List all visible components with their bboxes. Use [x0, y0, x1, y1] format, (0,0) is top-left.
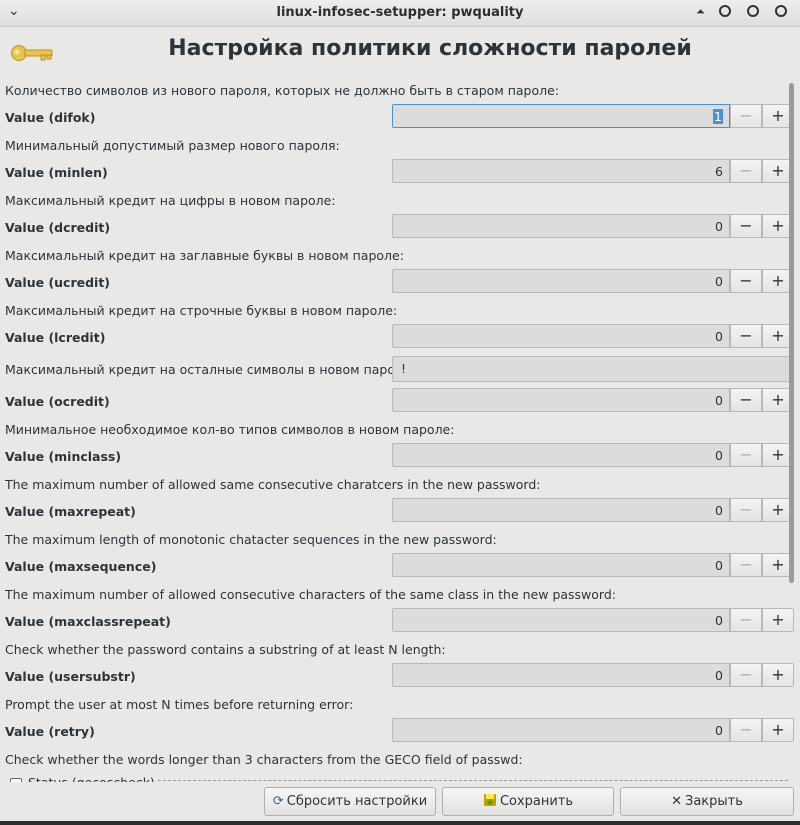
ocredit-decrement-button[interactable]: − [730, 388, 762, 412]
usersubstr-input[interactable]: 0 [392, 663, 730, 687]
maxsequence-decrement-button[interactable]: − [730, 553, 762, 577]
maxrepeat-description: The maximum number of allowed same conse… [5, 477, 541, 492]
minclass-label: Value (minclass) [5, 449, 122, 464]
minclass-spinbox: 0 − + [392, 443, 794, 469]
close-icon: ✕ [671, 794, 682, 809]
minclass-decrement-button[interactable]: − [730, 443, 762, 467]
maxclassrepeat-increment-button[interactable]: + [762, 608, 794, 632]
dcredit-description: Максимальный кредит на цифры в новом пар… [5, 193, 336, 208]
retry-description: Prompt the user at most N times before r… [5, 697, 354, 712]
retry-decrement-button[interactable]: − [730, 718, 762, 742]
maxclassrepeat-spinbox: 0 − + [392, 608, 794, 634]
refresh-icon: ⟳ [272, 794, 284, 809]
ucredit-decrement-button[interactable]: − [730, 269, 762, 293]
window-titlebar: ⌄ linux-infosec-setupper: pwquality ⏶ [0, 0, 800, 27]
maxsequence-input[interactable]: 0 [392, 553, 730, 577]
minimize-button[interactable] [719, 5, 731, 17]
window-title: linux-infosec-setupper: pwquality [276, 5, 524, 20]
maxsequence-description: The maximum length of monotonic chatacte… [5, 532, 497, 547]
retry-increment-button[interactable]: + [762, 718, 794, 742]
usersubstr-description: Check whether the password contains a su… [5, 642, 446, 657]
button-bar: ⟳ Сбросить настройки Сохранить ✕ Закрыть [0, 782, 800, 825]
save-icon [483, 788, 497, 815]
dcredit-decrement-button[interactable]: − [730, 214, 762, 238]
reset-settings-button[interactable]: ⟳ Сбросить настройки [264, 787, 436, 816]
lcredit-description: Максимальный кредит на строчные буквы в … [5, 303, 398, 318]
maxrepeat-decrement-button[interactable]: − [730, 498, 762, 522]
dcredit-spinbox: 0 − + [392, 214, 794, 240]
retry-spinbox: 0 − + [392, 718, 794, 744]
difok-input[interactable]: 1 [392, 104, 730, 128]
maxrepeat-spinbox: 0 − + [392, 498, 794, 524]
vertical-scrollbar[interactable] [789, 83, 794, 583]
maxrepeat-input[interactable]: 0 [392, 498, 730, 522]
dcredit-label: Value (dcredit) [5, 220, 111, 235]
ocredit-input[interactable]: 0 [392, 388, 730, 412]
maxclassrepeat-description: The maximum number of allowed consecutiv… [5, 587, 616, 602]
maxclassrepeat-input[interactable]: 0 [392, 608, 730, 632]
minlen-description: Минимальный допустимый размер нового пар… [5, 138, 340, 153]
reset-settings-label: Сбросить настройки [286, 794, 428, 809]
minclass-input[interactable]: 0 [392, 443, 730, 467]
minlen-label: Value (minlen) [5, 165, 108, 180]
lcredit-label: Value (lcredit) [5, 330, 106, 345]
difok-label: Value (difok) [5, 110, 96, 125]
usersubstr-spinbox: 0 − + [392, 663, 794, 689]
ocredit-description: Максимальный кредит на осталные символы … [5, 362, 411, 377]
window-border [0, 821, 800, 825]
maxrepeat-label: Value (maxrepeat) [5, 504, 136, 519]
ucredit-spinbox: 0 − + [392, 269, 794, 295]
close-label: Закрыть [685, 794, 743, 809]
maxsequence-label: Value (maxsequence) [5, 559, 157, 574]
settings-list: Количество символов из нового пароля, ко… [0, 80, 800, 782]
ucredit-label: Value (ucredit) [5, 275, 111, 290]
ucredit-input[interactable]: 0 [392, 269, 730, 293]
usersubstr-label: Value (usersubstr) [5, 669, 136, 684]
maxsequence-spinbox: 0 − + [392, 553, 794, 579]
close-window-button[interactable] [775, 5, 787, 17]
shade-icon[interactable]: ⏶ [696, 5, 705, 19]
maxclassrepeat-label: Value (maxclassrepeat) [5, 614, 171, 629]
minclass-description: Минимальное необходимое кол-во типов сим… [5, 422, 455, 437]
ocredit-spinbox: 0 − + [392, 388, 794, 414]
retry-input[interactable]: 0 [392, 718, 730, 742]
page-title: Настройка политики сложности паролей [168, 36, 692, 61]
ocredit-label: Value (ocredit) [5, 394, 110, 409]
close-button[interactable]: ✕ Закрыть [620, 787, 794, 816]
minlen-input[interactable]: 6 [392, 159, 730, 183]
header: Настройка политики сложности паролей [0, 26, 800, 80]
minlen-decrement-button[interactable]: − [730, 159, 762, 183]
save-button[interactable]: Сохранить [442, 787, 614, 816]
ocredit-text-input[interactable]: ! [392, 356, 794, 382]
save-label: Сохранить [499, 794, 574, 809]
minlen-spinbox: 6 − + [392, 159, 794, 185]
dcredit-input[interactable]: 0 [392, 214, 730, 238]
difok-spinbox: 1 − + [392, 104, 794, 130]
lcredit-spinbox: 0 − + [392, 324, 794, 350]
maximize-button[interactable] [747, 5, 759, 17]
lcredit-input[interactable]: 0 [392, 324, 730, 348]
usersubstr-increment-button[interactable]: + [762, 663, 794, 687]
difok-description: Количество символов из нового пароля, ко… [5, 83, 560, 98]
key-icon [11, 45, 53, 61]
lcredit-decrement-button[interactable]: − [730, 324, 762, 348]
divider [158, 780, 788, 781]
ucredit-description: Максимальный кредит на заглавные буквы в… [5, 248, 404, 263]
gecoscheck-description: Check whether the words longer than 3 ch… [5, 752, 523, 767]
maxclassrepeat-decrement-button[interactable]: − [730, 608, 762, 632]
difok-decrement-button[interactable]: − [730, 104, 762, 128]
usersubstr-decrement-button[interactable]: − [730, 663, 762, 687]
retry-label: Value (retry) [5, 724, 95, 739]
